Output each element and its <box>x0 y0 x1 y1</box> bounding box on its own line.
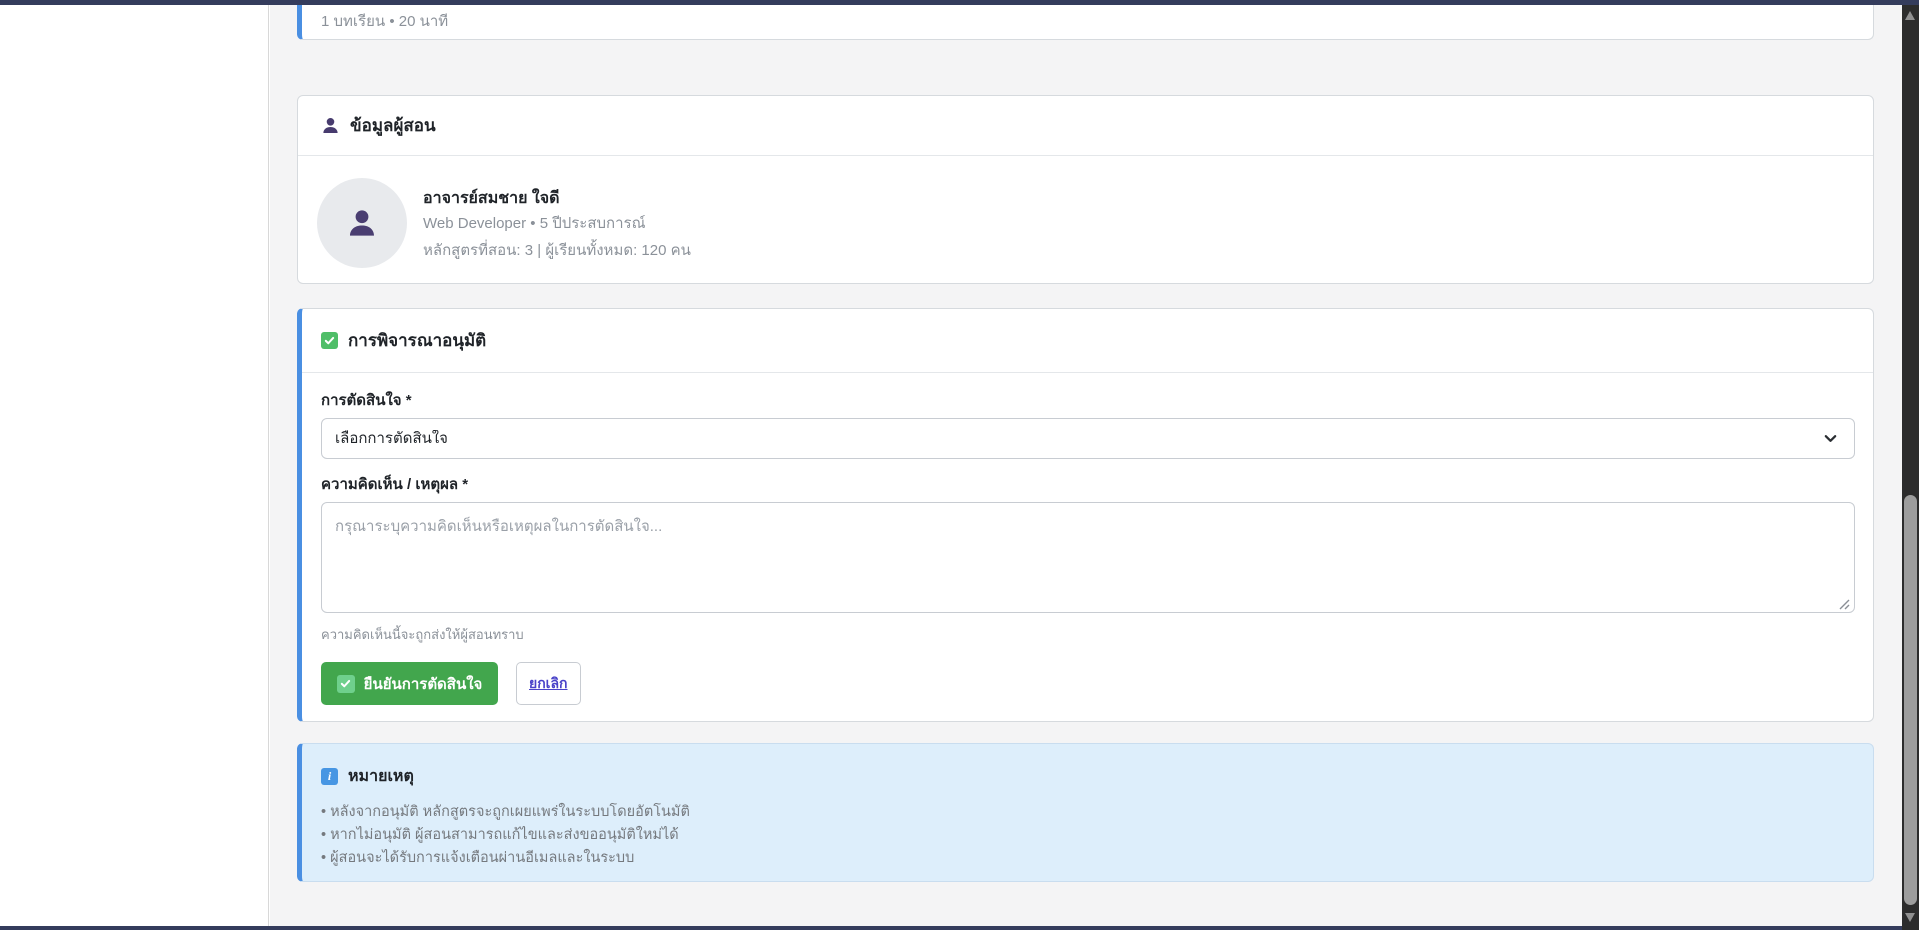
instructor-avatar <box>317 178 407 268</box>
decision-select[interactable]: เลือกการตัดสินใจ <box>321 418 1855 459</box>
window-bottom-border <box>0 926 1919 930</box>
note-header: i หมายเหตุ <box>321 764 1850 789</box>
scrollbar-thumb[interactable] <box>1904 495 1917 905</box>
lesson-summary-card: 1 บทเรียน • 20 นาที <box>297 5 1874 40</box>
note-list: • หลังจากอนุมัติ หลักสูตรจะถูกเผยแพร่ในร… <box>321 801 1850 870</box>
instructor-card: ข้อมูลผู้สอน อาจารย์สมชาย ใจดี Web Devel… <box>297 95 1874 284</box>
note-item: • หลังจากอนุมัติ หลักสูตรจะถูกเผยแพร่ในร… <box>321 801 1850 824</box>
instructor-name: อาจารย์สมชาย ใจดี <box>423 188 691 210</box>
lesson-meta-text: 1 บทเรียน • 20 นาที <box>302 5 1873 33</box>
approval-page: 1 บทเรียน • 20 นาที ข้อมูลผู้สอน อาจารย์… <box>0 0 1919 930</box>
person-icon <box>321 116 340 135</box>
instructor-details: อาจารย์สมชาย ใจดี Web Developer • 5 ปีปร… <box>298 156 1873 268</box>
approval-card-title: การพิจารณาอนุมัติ <box>348 327 486 354</box>
note-item: • หากไม่อนุมัติ ผู้สอนสามารถแก้ไขและส่งข… <box>321 824 1850 847</box>
button-check-icon <box>337 675 355 693</box>
note-title: หมายเหตุ <box>348 764 414 789</box>
comment-textarea[interactable] <box>321 502 1855 613</box>
page-scrollbar[interactable] <box>1902 5 1919 930</box>
comment-label: ความคิดเห็น / เหตุผล * <box>321 475 1854 495</box>
approval-card: การพิจารณาอนุมัติ การตัดสินใจ * เลือกการ… <box>297 308 1874 722</box>
confirm-decision-button[interactable]: ยืนยันการตัดสินใจ <box>321 662 498 705</box>
comment-hint: ความคิดเห็นนี้จะถูกส่งให้ผู้สอนทราบ <box>321 627 1854 643</box>
decision-label: การตัดสินใจ * <box>321 391 1854 411</box>
cancel-button-label: ยกเลิก <box>529 673 568 695</box>
instructor-role: Web Developer • 5 ปีประสบการณ์ <box>423 210 691 237</box>
note-item: • ผู้สอนจะได้รับการแจ้งเตือนผ่านอีเมลและ… <box>321 847 1850 870</box>
check-icon <box>321 332 338 349</box>
left-sidebar <box>0 5 269 926</box>
instructor-text-block: อาจารย์สมชาย ใจดี Web Developer • 5 ปีปร… <box>423 178 691 268</box>
cancel-button[interactable]: ยกเลิก <box>516 662 581 705</box>
avatar-person-icon <box>346 207 378 239</box>
note-card: i หมายเหตุ • หลังจากอนุมัติ หลักสูตรจะถู… <box>297 743 1874 882</box>
approval-form: การตัดสินใจ * เลือกการตัดสินใจ ความคิดเห… <box>302 373 1873 705</box>
confirm-button-label: ยืนยันการตัดสินใจ <box>364 672 483 696</box>
scrollbar-up-arrow-icon[interactable] <box>1905 11 1915 20</box>
instructor-card-title: ข้อมูลผู้สอน <box>350 112 436 139</box>
action-buttons: ยืนยันการตัดสินใจ ยกเลิก <box>321 662 1854 705</box>
info-icon: i <box>321 768 338 785</box>
scrollbar-down-arrow-icon[interactable] <box>1905 913 1915 922</box>
instructor-stats: หลักสูตรที่สอน: 3 | ผู้เรียนทั้งหมด: 120… <box>423 237 691 264</box>
window-top-border <box>0 0 1919 5</box>
approval-card-header: การพิจารณาอนุมัติ <box>302 309 1873 373</box>
instructor-card-header: ข้อมูลผู้สอน <box>298 96 1873 156</box>
